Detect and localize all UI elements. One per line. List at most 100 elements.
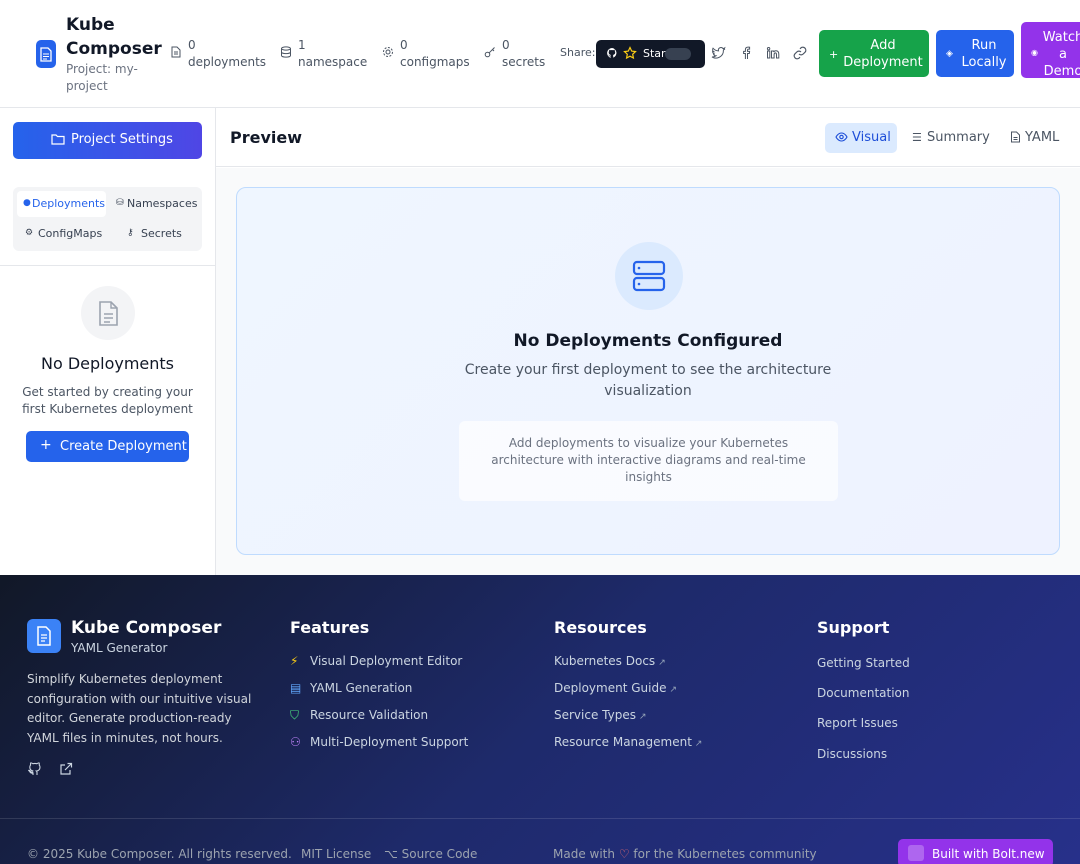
- lightning-icon: ⚡: [290, 654, 299, 668]
- plus-icon: +: [829, 48, 839, 61]
- support-heading: Support: [817, 618, 890, 637]
- resource-label: Deployment Guide: [554, 681, 667, 695]
- resource-label: Service Types: [554, 708, 636, 722]
- resource-link[interactable]: Resource Management ↗: [554, 735, 702, 749]
- heart-icon: ♡: [618, 847, 630, 861]
- document-logo-icon: [36, 40, 56, 68]
- preview-header: Preview Visual ☰ Summary YAML: [216, 108, 1080, 167]
- external-link-icon[interactable]: [58, 761, 74, 777]
- shield-icon: ⛉: [290, 708, 300, 722]
- feature-label: Visual Deployment Editor: [310, 654, 463, 668]
- source-code-link[interactable]: ⌥ Source Code: [384, 847, 477, 861]
- support-link[interactable]: Documentation: [817, 686, 910, 700]
- tab-label: Namespaces: [127, 197, 198, 210]
- made-with: Made with ♡ for the Kubernetes community: [553, 847, 817, 861]
- built-with-bolt-button[interactable]: Built with Bolt.new: [898, 839, 1053, 864]
- cube-icon: ◈: [946, 49, 953, 59]
- tab-namespaces[interactable]: ⛁ Namespaces: [110, 191, 198, 217]
- watch-demo-button[interactable]: ◉ Watch a Demo: [1021, 22, 1080, 79]
- github-icon: ⌥: [384, 847, 398, 861]
- star-label: Star: [643, 47, 666, 60]
- add-deployment-button[interactable]: + Add Deployment: [819, 30, 929, 77]
- visual-preview-panel: No Deployments Configured Create your fi…: [236, 187, 1060, 555]
- tab-label: Secrets: [141, 227, 182, 240]
- project-name: Project: my-project: [66, 62, 138, 93]
- hint-text: Add deployments to visualize your Kubern…: [491, 436, 806, 484]
- feature-item: ⚡ Visual Deployment Editor: [290, 654, 462, 668]
- list-icon: ☰: [912, 131, 922, 144]
- users-icon: ⚇: [290, 735, 301, 749]
- stat-label: namespace: [298, 55, 368, 69]
- dot-icon: ●: [23, 198, 31, 208]
- run-locally-button[interactable]: ◈ Run Locally: [936, 30, 1014, 77]
- document-logo-icon: [27, 619, 61, 653]
- tab-secrets[interactable]: ⚷ Secrets: [110, 221, 198, 247]
- no-deployments-description: Get started by creating your first Kuber…: [22, 385, 193, 416]
- tab-configmaps[interactable]: ⚙ ConfigMaps: [17, 221, 106, 247]
- tab-summary[interactable]: ☰ Summary: [902, 123, 992, 153]
- features-heading: Features: [290, 618, 370, 637]
- key-icon: [484, 46, 496, 58]
- footer-subtitle: YAML Generator: [71, 641, 168, 655]
- linkedin-icon[interactable]: [765, 45, 781, 61]
- star-count-badge: [665, 48, 691, 60]
- tab-visual[interactable]: Visual: [825, 123, 897, 153]
- footer-description: Simplify Kubernetes deployment configura…: [27, 672, 252, 745]
- stat-label: configmaps: [400, 55, 470, 69]
- create-deployment-button[interactable]: + Create Deployment: [26, 431, 189, 462]
- project-settings-label: Project Settings: [71, 132, 173, 147]
- link-icon[interactable]: [792, 45, 808, 61]
- no-deployments-title: No Deployments: [40, 354, 175, 373]
- tab-label: Summary: [927, 130, 990, 145]
- twitter-icon[interactable]: [711, 45, 727, 61]
- tab-label: Deployments: [32, 197, 106, 210]
- hint-box: Add deployments to visualize your Kubern…: [459, 421, 838, 501]
- mit-license-link[interactable]: MIT License: [301, 847, 371, 861]
- gear-icon: [382, 46, 394, 58]
- tab-label: Visual: [852, 130, 891, 145]
- resource-label: Resource Management: [554, 735, 692, 749]
- eye-icon: [835, 131, 848, 146]
- feature-label: Resource Validation: [310, 708, 429, 722]
- sidebar: Project Settings ● Deployments ⛁ Namespa…: [0, 108, 216, 575]
- project-settings-button[interactable]: Project Settings: [13, 122, 202, 159]
- no-deployments-configured-title: No Deployments Configured: [513, 331, 783, 351]
- github-star-button[interactable]: Star: [596, 40, 705, 68]
- external-link-icon: ↗: [694, 739, 703, 749]
- support-link[interactable]: Report Issues: [817, 716, 898, 730]
- bolt-label: Built with Bolt.new: [932, 847, 1045, 861]
- preview-title: Preview: [230, 128, 303, 147]
- tab-yaml[interactable]: YAML: [1000, 123, 1064, 153]
- stat-count: 0: [188, 38, 196, 52]
- star-icon: [623, 46, 637, 63]
- support-link[interactable]: Getting Started: [817, 656, 910, 670]
- share-label: Share:: [560, 46, 596, 59]
- feature-item: ⛉ Resource Validation: [290, 708, 428, 723]
- source-code-label: Source Code: [401, 847, 478, 861]
- database-icon: [280, 46, 292, 58]
- github-icon: [606, 47, 618, 62]
- key-icon: ⚷: [127, 228, 134, 238]
- made-for-label: for the Kubernetes community: [633, 847, 817, 861]
- add-deployment-label: Add Deployment: [843, 38, 923, 70]
- copyright: © 2025 Kube Composer. All rights reserve…: [27, 847, 292, 861]
- resource-link[interactable]: Service Types ↗: [554, 708, 647, 722]
- external-link-icon: ↗: [638, 712, 647, 722]
- footer-brand: Kube Composer: [71, 618, 222, 638]
- gear-icon: ⚙: [25, 228, 34, 238]
- watch-demo-label: Watch a Demo: [1042, 30, 1080, 79]
- resource-link[interactable]: Kubernetes Docs ↗: [554, 654, 666, 668]
- resource-tabs: ● Deployments ⛁ Namespaces ⚙ ConfigMaps …: [13, 187, 202, 251]
- stat-label: deployments: [188, 55, 267, 69]
- create-deployment-label: Create Deployment: [60, 439, 187, 454]
- github-icon[interactable]: [27, 761, 43, 777]
- no-deployments-configured-description: Create your first deployment to see the …: [464, 362, 832, 399]
- feature-label: Multi-Deployment Support: [310, 735, 469, 749]
- support-link[interactable]: Discussions: [817, 747, 887, 761]
- empty-file-icon: [81, 286, 135, 340]
- app-title: Kube Composer: [66, 15, 162, 59]
- resource-link[interactable]: Deployment Guide ↗: [554, 681, 677, 695]
- tab-deployments[interactable]: ● Deployments: [17, 191, 106, 217]
- server-icon: [615, 242, 683, 310]
- facebook-icon[interactable]: [738, 45, 754, 61]
